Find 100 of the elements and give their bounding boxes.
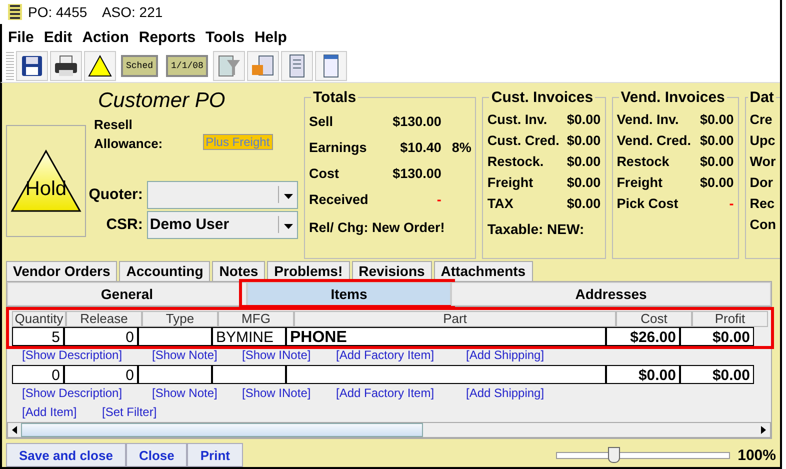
zoom-reading: 100%	[738, 446, 776, 464]
sub-tab[interactable]: General	[7, 282, 247, 306]
field-value: $0.00	[566, 196, 601, 211]
save-icon[interactable]	[16, 50, 48, 81]
footer-button[interactable]: Close	[126, 443, 188, 467]
zoom-slider[interactable]	[556, 447, 730, 464]
field-value: $0.00	[700, 174, 734, 190]
hold-status-icon: Hold	[6, 124, 86, 237]
table-cell: 0	[64, 327, 138, 346]
row-link[interactable]: [Show INote]	[242, 386, 336, 400]
field-label: Cust. Cred.	[487, 132, 560, 148]
horizontal-scrollbar[interactable]	[7, 422, 771, 438]
printer-icon[interactable]	[50, 50, 82, 81]
box-icon[interactable]	[247, 50, 280, 81]
row-link[interactable]: [Show Description]	[22, 386, 152, 400]
field-label: Dor	[750, 174, 773, 190]
table-cell: $0.00	[680, 327, 754, 346]
field-label: Con	[750, 216, 776, 232]
scroll-right-icon[interactable]	[761, 426, 766, 434]
field-label: Rec	[750, 196, 775, 211]
table-cell: 0	[64, 365, 138, 384]
sub-tab[interactable]: Items	[247, 282, 451, 306]
field-label: Cust. Inv.	[487, 112, 548, 127]
menu-item[interactable]: Edit	[44, 28, 72, 46]
column-header: Profit	[692, 311, 768, 328]
tab[interactable]: Accounting	[119, 260, 210, 282]
field-value: -	[436, 192, 442, 208]
footer-button[interactable]: Save and close	[6, 443, 126, 467]
field-label: Cre	[750, 112, 772, 127]
field-value: -	[729, 196, 734, 211]
tab[interactable]: Vendor Orders	[6, 260, 118, 282]
resell-label: Resell	[94, 116, 134, 134]
field-label: Sell	[309, 114, 334, 130]
menu-item[interactable]: Reports	[138, 28, 196, 46]
tab[interactable]: Revisions	[352, 260, 432, 282]
field-value: $10.40	[400, 140, 442, 156]
field-label: Wor	[750, 154, 776, 169]
row-link[interactable]: [Add Shipping]	[466, 348, 566, 362]
field-value: $0.00	[566, 132, 601, 148]
table-action-link[interactable]: [Add Item]	[22, 404, 102, 419]
field-label: Received	[309, 192, 368, 208]
form-title: Customer PO	[97, 88, 226, 114]
dropdown-arrow-icon	[284, 194, 292, 200]
allowance-value: Plus Freight	[202, 134, 273, 150]
toolbar-button[interactable]: 1/1/08	[166, 54, 208, 77]
field-value: $0.00	[700, 112, 734, 127]
spreadsheet-icon[interactable]	[315, 50, 348, 81]
table-action-link[interactable]: [Set Filter]	[102, 404, 222, 419]
field-label: Earnings	[309, 140, 367, 156]
window-title: PO: 4455 ASO: 221	[28, 4, 163, 20]
menu-item[interactable]: Tools	[206, 28, 244, 46]
field-value: $0.00	[566, 112, 601, 127]
sub-tab[interactable]: Addresses	[451, 282, 771, 306]
table-cell: BYMINE	[212, 327, 286, 346]
field-label: TAX	[487, 196, 514, 211]
warning-icon[interactable]	[84, 50, 116, 81]
row-link[interactable]: [Show INote]	[242, 348, 336, 362]
scroll-left-icon[interactable]	[12, 426, 17, 434]
row-link[interactable]: [Add Shipping]	[466, 386, 566, 400]
field-value: $130.00	[392, 114, 442, 130]
row-link[interactable]: [Show Note]	[152, 348, 242, 362]
field-label: Cost	[309, 166, 339, 182]
menu-item[interactable]: File	[8, 28, 34, 46]
field-value: $0.00	[700, 154, 734, 169]
quoter-label: Quoter:	[88, 186, 143, 204]
field-label: Restock.	[487, 154, 544, 169]
field-label: Restock	[616, 154, 670, 169]
allowance-label: Allowance:	[94, 134, 163, 153]
csr-dropdown[interactable]: Demo User	[146, 210, 298, 239]
document-icon[interactable]	[281, 50, 314, 81]
column-header: Release	[66, 311, 142, 328]
column-header: Part	[294, 311, 616, 328]
menu-item[interactable]: Help	[254, 28, 287, 46]
table-cell: 0	[12, 365, 64, 384]
filter-icon[interactable]	[213, 50, 246, 81]
csr-label: CSR:	[105, 216, 143, 234]
app-icon	[8, 4, 22, 20]
row-link[interactable]: [Add Factory Item]	[336, 348, 466, 362]
column-header: Quantity	[12, 311, 66, 328]
percent-value: 8%	[452, 140, 472, 156]
field-label: Freight	[616, 174, 662, 190]
column-header: Type	[142, 311, 218, 328]
tab[interactable]: Notes	[212, 260, 266, 282]
footer-button[interactable]: Print	[187, 443, 243, 467]
table-cell: $0.00	[606, 365, 680, 384]
field-value: $0.00	[700, 132, 734, 148]
field-label: Upc	[750, 132, 776, 148]
panel-footer: Taxable: NEW:	[487, 220, 601, 237]
field-value: $0.00	[566, 174, 601, 190]
table-cell: 5	[12, 327, 64, 346]
tab[interactable]: Attachments	[434, 260, 533, 282]
toolbar-grip[interactable]	[6, 52, 14, 80]
tab[interactable]: Problems!	[267, 260, 350, 282]
field-label: Pick Cost	[616, 196, 678, 211]
table-cell: PHONE	[286, 327, 606, 346]
row-link[interactable]: [Add Factory Item]	[336, 386, 466, 400]
row-link[interactable]: [Show Note]	[152, 386, 242, 400]
menu-item[interactable]: Action	[82, 28, 129, 46]
toolbar-button[interactable]: Sched	[121, 54, 158, 77]
row-link[interactable]: [Show Description]	[22, 348, 152, 362]
